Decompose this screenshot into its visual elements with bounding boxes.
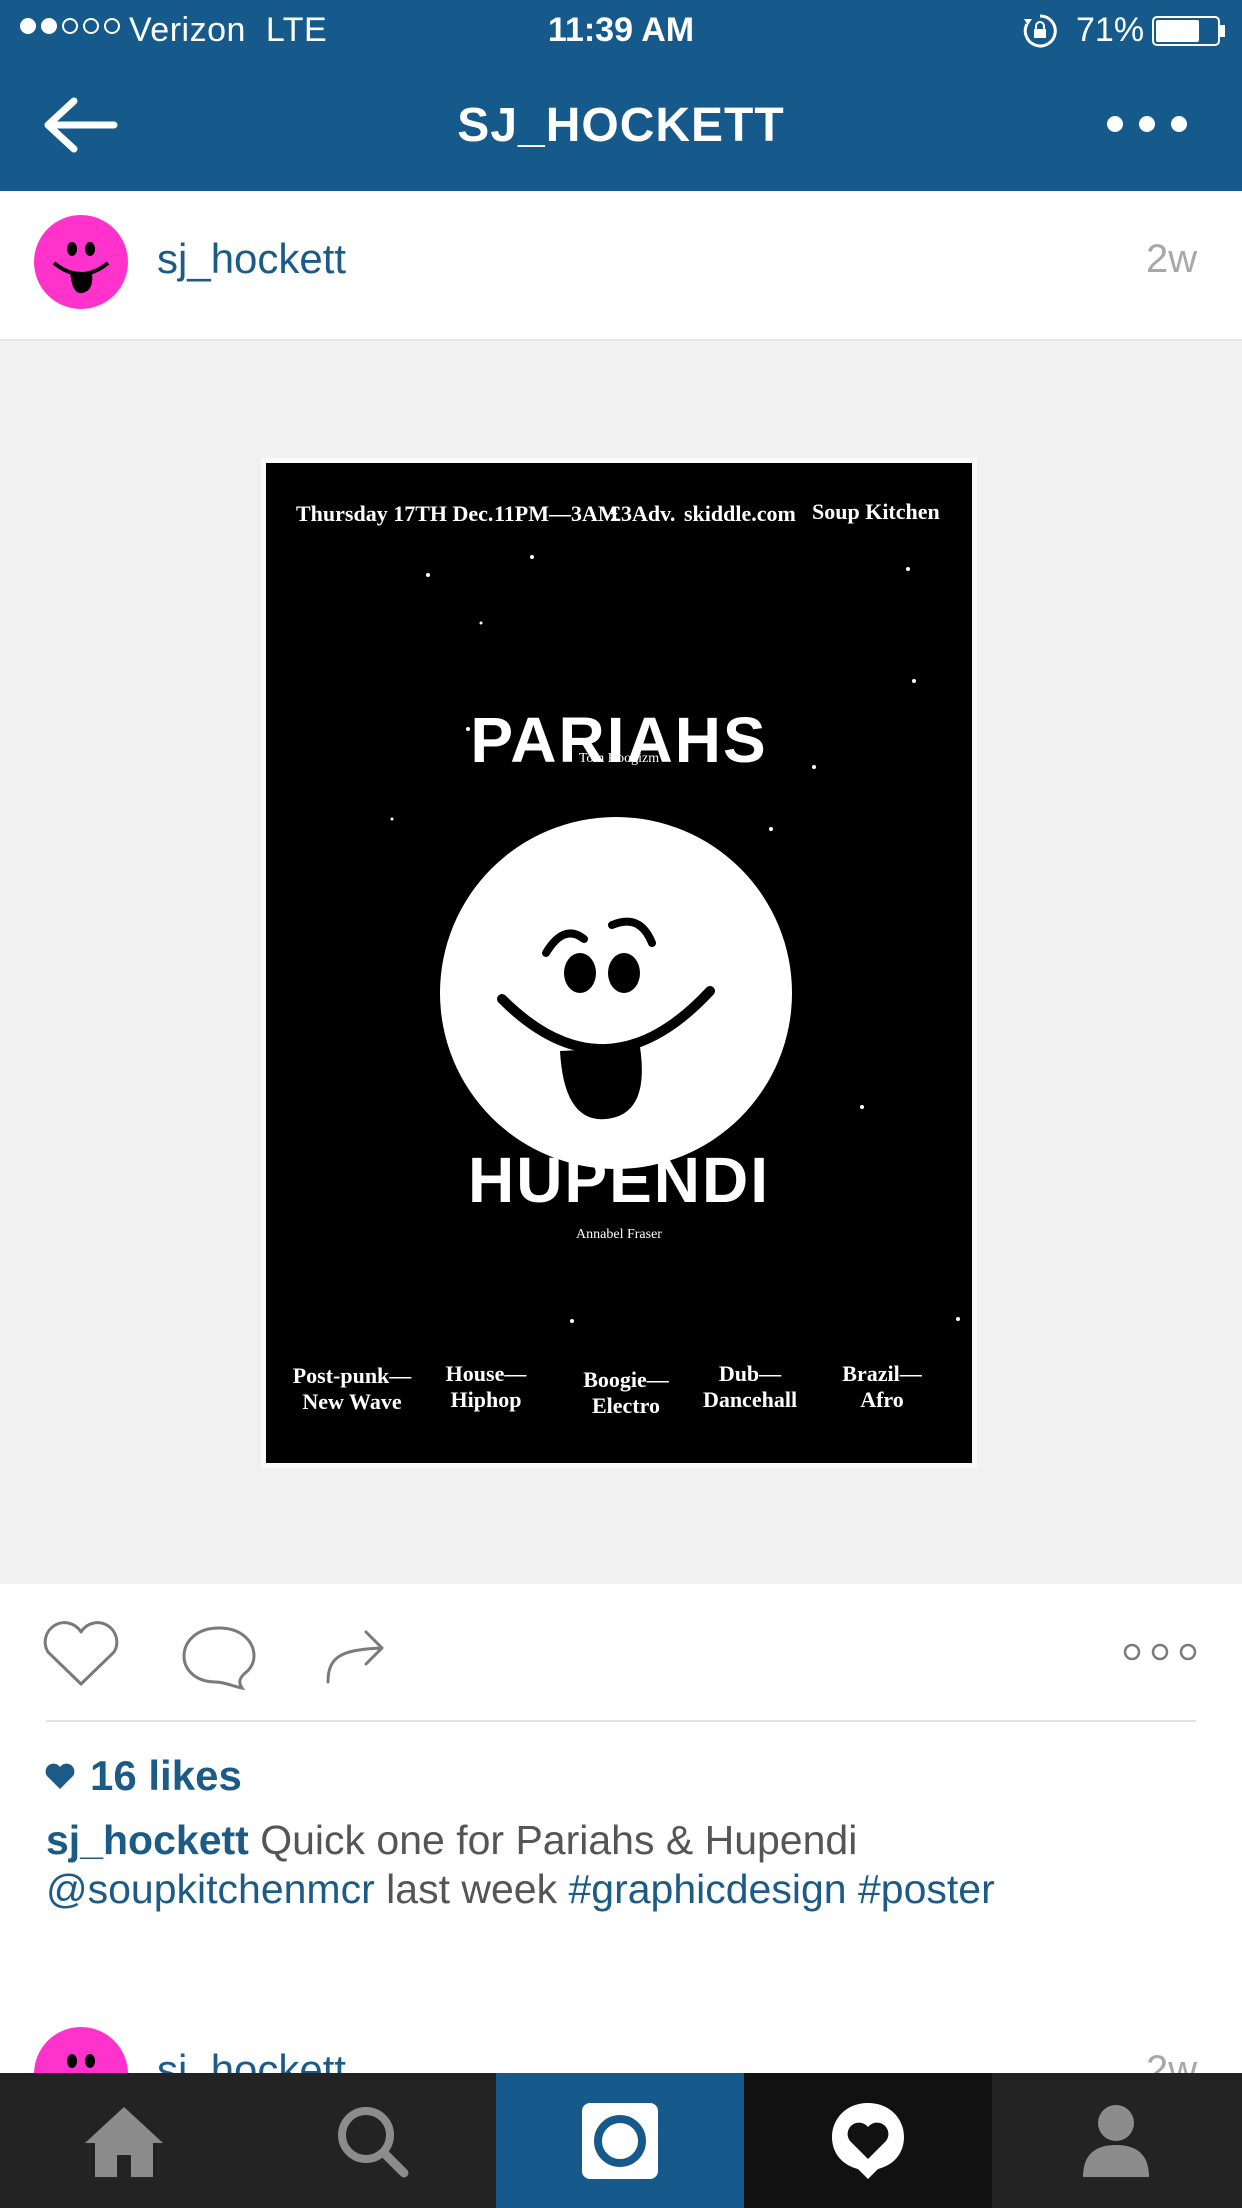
rotation-lock-icon [1023,14,1057,48]
poster-genre: Boogie— Electro [583,1367,669,1418]
next-post-header: sj_hockett 2w [0,2020,1242,2080]
heart-icon[interactable] [40,1620,122,1690]
small-heart-icon [45,1763,75,1789]
poster-artist-top-sub: Tom Boogizm [578,751,660,766]
nav-bar: SJ_HOCKETT [0,62,1242,191]
poster-date: Thursday 17TH Dec. [296,501,494,526]
comment-icon[interactable] [180,1622,258,1692]
tab-home[interactable] [0,2073,248,2208]
post-image[interactable]: Thursday 17TH Dec. 11PM—3AM £3Adv. skidd… [0,341,1242,1584]
divider [46,1720,1196,1722]
tab-bar [0,2073,1242,2208]
tab-activity[interactable] [744,2073,992,2208]
post-options-icon[interactable] [1120,1640,1200,1664]
poster-genre: Brazil— Afro [842,1361,922,1412]
smiley-face-illustration [440,817,792,1169]
page-title: SJ_HOCKETT [457,99,785,152]
camera-icon [582,2102,658,2179]
caption-hashtag[interactable]: #poster [858,1866,995,1912]
post-age: 2w [1146,237,1198,281]
poster-price: £3Adv. [610,501,676,526]
caption-hashtag[interactable]: #graphicdesign [568,1866,846,1912]
share-arrow-icon[interactable] [322,1622,388,1684]
post-actions [0,1584,1242,1721]
poster-venue: Soup Kitchen [812,499,940,524]
poster-artist-bottom-sub: Annabel Fraser [576,1227,662,1242]
caption-text: last week [386,1866,558,1912]
smiley-face-icon [52,242,110,294]
poster-genre: Dub— Dancehall [702,1361,798,1412]
caption-username[interactable]: sj_hockett [46,1817,249,1863]
tab-camera[interactable] [496,2073,744,2208]
ellipsis-icon[interactable] [1104,104,1190,144]
home-icon [85,2106,163,2177]
post-caption: sj_hockett Quick one for Pariahs & Hupen… [46,1816,1206,1914]
likes-label: 16 likes [90,1752,242,1799]
status-bar: Verizon LTE 11:39 AM 71% [0,0,1242,62]
caption-mention[interactable]: @soupkitchenmcr [46,1866,375,1912]
poster-genre: Post-punk— New Wave [292,1363,412,1414]
avatar[interactable] [34,215,128,309]
post-username[interactable]: sj_hockett [157,235,346,283]
poster-genre: House— Hiphop [445,1361,527,1412]
battery-icon [1152,16,1225,46]
battery-percent: 71% [1076,11,1145,49]
poster-website: skiddle.com [684,501,796,526]
tab-search[interactable] [248,2073,496,2208]
post-header: sj_hockett 2w [0,191,1242,341]
tab-profile[interactable] [992,2073,1240,2208]
poster-hours: 11PM—3AM [494,501,619,526]
profile-icon [1083,2104,1149,2177]
event-poster: Thursday 17TH Dec. 11PM—3AM £3Adv. skidd… [266,463,972,1463]
activity-heart-icon [832,2102,904,2179]
top-bar: Verizon LTE 11:39 AM 71% SJ_HOCKETT [0,0,1242,191]
caption-text: Quick one for Pariahs & Hupendi [260,1817,858,1863]
likes-count[interactable]: 16 likes [44,1752,242,1800]
poster-artist-bottom: HUPENDI [467,1144,771,1216]
search-icon [338,2106,409,2177]
